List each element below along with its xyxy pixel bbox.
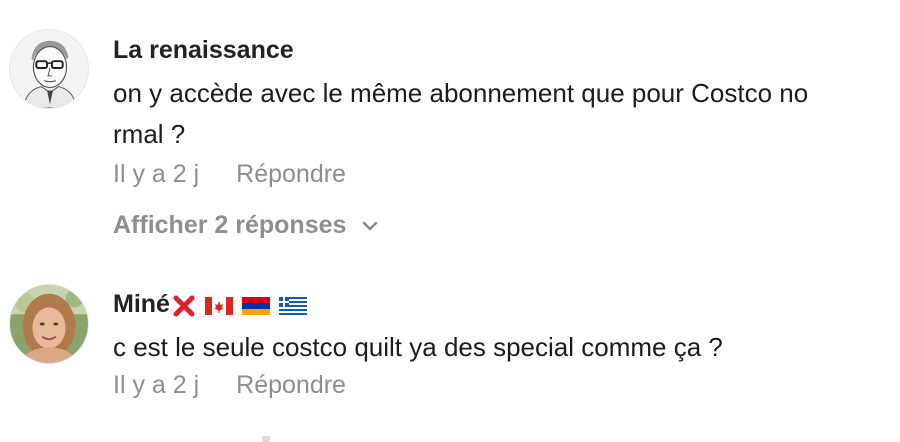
username-text: Miné xyxy=(113,290,170,318)
reply-button[interactable]: Répondre xyxy=(236,371,346,399)
comment-text: c est le seule costco quilt ya des speci… xyxy=(113,332,723,362)
timestamp: Il y a 2 j xyxy=(113,160,200,188)
timestamp: Il y a 2 j xyxy=(113,371,200,399)
cut-off-glyph xyxy=(262,436,270,442)
comment-meta: Il y a 2 j Répondre xyxy=(113,160,346,189)
view-replies-button[interactable]: Afficher 2 réponses xyxy=(113,211,379,240)
username-flags xyxy=(172,291,309,320)
comment-text-line: rmal ? xyxy=(113,119,186,149)
avatar-man-glasses-sketch-icon xyxy=(10,30,88,108)
cross-mark-icon xyxy=(173,295,195,317)
greece-flag-icon xyxy=(278,297,307,316)
avatar-woman-photo-icon xyxy=(10,285,88,363)
view-replies-label: Afficher 2 réponses xyxy=(113,211,347,239)
canada-flag-icon xyxy=(204,297,233,316)
avatar[interactable] xyxy=(9,29,89,109)
username[interactable]: Miné xyxy=(113,290,309,320)
comment-text-line: on y accède avec le même abonnement que … xyxy=(113,78,809,108)
comment-text: on y accède avec le même abonnement que … xyxy=(113,73,893,155)
comment-meta: Il y a 2 j Répondre xyxy=(113,371,346,400)
avatar[interactable] xyxy=(9,284,89,364)
armenia-flag-icon xyxy=(241,297,270,316)
reply-button[interactable]: Répondre xyxy=(236,160,346,188)
comment-item: Miné c est le seule costco quilt ya des … xyxy=(0,270,900,430)
chevron-down-icon xyxy=(363,222,378,231)
comment-item: La renaissance on y accède avec le même … xyxy=(0,0,900,260)
username[interactable]: La renaissance xyxy=(113,36,294,65)
